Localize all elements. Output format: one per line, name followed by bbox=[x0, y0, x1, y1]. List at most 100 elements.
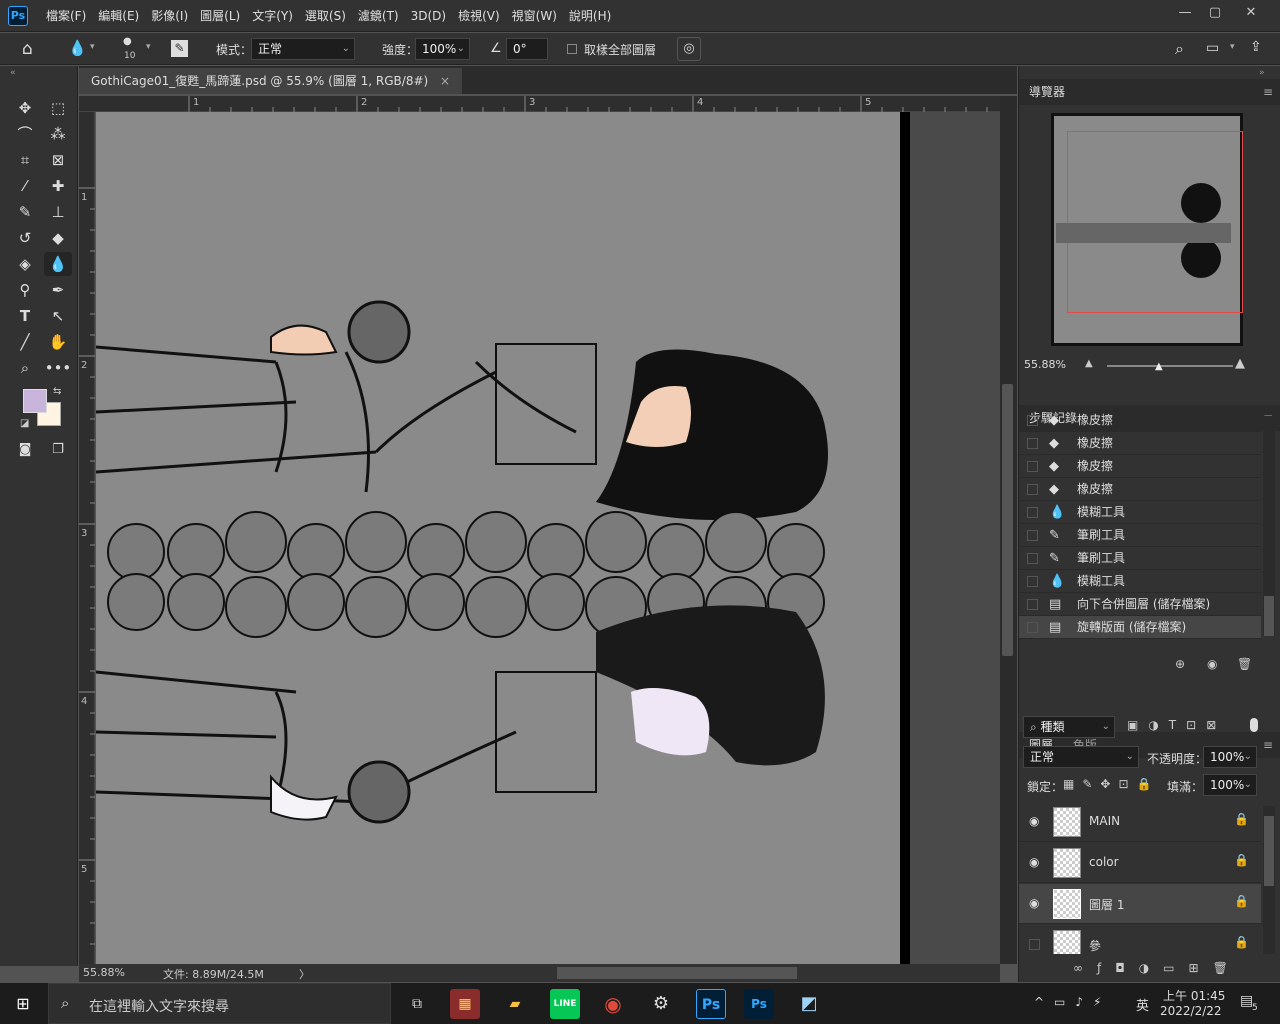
menu-edit[interactable]: 編輯(E) bbox=[92, 0, 145, 32]
menu-select[interactable]: 選取(S) bbox=[299, 0, 352, 32]
history-snapshot-checkbox[interactable] bbox=[1027, 599, 1038, 610]
status-menu-icon[interactable]: 〉 bbox=[299, 966, 310, 982]
fill-field[interactable]: 100% ⌄ bbox=[1203, 774, 1257, 796]
collapse-icon[interactable]: « bbox=[10, 68, 16, 78]
layer-row[interactable]: 參 🔒 bbox=[1019, 925, 1261, 954]
zoom-slider-handle[interactable]: ▲ bbox=[1155, 361, 1163, 372]
zoom-level[interactable]: 55.88% bbox=[83, 966, 125, 979]
chevron-down-icon[interactable]: ▾ bbox=[90, 42, 95, 52]
chrome-icon[interactable]: ◉ bbox=[598, 989, 628, 1019]
menu-window[interactable]: 視窗(W) bbox=[506, 0, 563, 32]
app-icon[interactable]: ◩ bbox=[794, 989, 824, 1019]
trash-icon[interactable]: 🗑 bbox=[1237, 657, 1252, 671]
dodge-tool-icon[interactable]: ⚲ bbox=[11, 278, 39, 302]
zoom-in-icon[interactable]: ▲ bbox=[1235, 356, 1245, 371]
brush-settings-icon[interactable]: ✎ bbox=[171, 40, 188, 57]
history-state[interactable]: ✎ 筆刷工具 bbox=[1019, 524, 1261, 547]
history-snapshot-checkbox[interactable] bbox=[1027, 553, 1038, 564]
close-tab-icon[interactable]: × bbox=[440, 74, 450, 88]
layer-actions[interactable]: ∞ƒ◘◑▭⊞🗑 bbox=[1073, 961, 1242, 975]
layer-row-selected[interactable]: ◉ 圖層 1 🔒 bbox=[1019, 884, 1261, 924]
history-snapshot-checkbox[interactable] bbox=[1027, 507, 1038, 518]
eye-icon[interactable]: ◉ bbox=[1029, 814, 1039, 828]
panel-menu-icon[interactable]: ≡ bbox=[1263, 732, 1273, 758]
pressure-icon[interactable]: ◎ bbox=[677, 37, 701, 61]
line-tool-icon[interactable]: ╱ bbox=[11, 330, 39, 354]
history-snapshot-checkbox[interactable] bbox=[1027, 530, 1038, 541]
blur-tool-preset-icon[interactable]: 💧 bbox=[68, 39, 87, 57]
quick-mask-icon[interactable]: ◙ bbox=[11, 438, 39, 462]
history-state[interactable]: 💧 模糊工具 bbox=[1019, 570, 1261, 593]
layers-scrollbar[interactable] bbox=[1263, 806, 1275, 954]
line-app-icon[interactable]: LINE bbox=[550, 989, 580, 1019]
crop-tool-icon[interactable]: ⌗ bbox=[11, 148, 39, 172]
history-snapshot-checkbox[interactable] bbox=[1027, 576, 1038, 587]
home-icon[interactable]: ⌂ bbox=[22, 39, 33, 59]
strength-field[interactable]: 100% ⌄ bbox=[415, 38, 470, 60]
navigator-title[interactable]: 導覽器 bbox=[1029, 85, 1065, 99]
expand-icon[interactable]: » bbox=[1259, 68, 1265, 78]
history-scrollbar[interactable] bbox=[1263, 416, 1275, 636]
menu-image[interactable]: 影像(I) bbox=[145, 0, 194, 32]
chevron-down-icon[interactable]: ▾ bbox=[146, 42, 151, 52]
layer-name[interactable]: 參 bbox=[1089, 937, 1101, 954]
vertical-scrollbar[interactable] bbox=[1000, 96, 1017, 964]
task-view-icon[interactable]: ⧉ bbox=[402, 989, 432, 1019]
frame-tool-icon[interactable]: ⊠ bbox=[44, 148, 72, 172]
minimize-button[interactable]: — bbox=[1168, 0, 1202, 26]
history-state[interactable]: ✎ 筆刷工具 bbox=[1019, 547, 1261, 570]
swap-colors-icon[interactable]: ⇆ bbox=[53, 386, 61, 397]
history-state[interactable]: ◆ 橡皮擦 bbox=[1019, 432, 1261, 455]
workspace-icon[interactable]: ▭ bbox=[1206, 40, 1219, 56]
angle-field[interactable]: 0° bbox=[506, 38, 548, 60]
path-select-icon[interactable]: ↖ bbox=[44, 304, 72, 328]
maximize-button[interactable]: ▢ bbox=[1198, 0, 1232, 26]
history-snapshot-checkbox[interactable] bbox=[1027, 438, 1038, 449]
zoom-slider[interactable] bbox=[1107, 365, 1233, 367]
menu-type[interactable]: 文字(Y) bbox=[246, 0, 299, 32]
close-button[interactable]: ✕ bbox=[1234, 0, 1268, 26]
lock-icons[interactable]: ▦✎✥⊡🔒 bbox=[1063, 777, 1159, 791]
menu-layer[interactable]: 圖層(L) bbox=[194, 0, 246, 32]
blend-mode-select[interactable]: 正常 ⌄ bbox=[1023, 746, 1139, 768]
eye-icon[interactable]: ◉ bbox=[1029, 896, 1039, 910]
sample-all-checkbox[interactable] bbox=[567, 44, 577, 54]
hand-tool-icon[interactable]: ✋ bbox=[44, 330, 72, 354]
opacity-field[interactable]: 100% ⌄ bbox=[1203, 746, 1257, 768]
history-state[interactable]: ◆ 橡皮擦 bbox=[1019, 478, 1261, 501]
history-snapshot-checkbox[interactable] bbox=[1027, 484, 1038, 495]
file-explorer-icon[interactable]: ▰ bbox=[500, 989, 530, 1019]
pen-tool-icon[interactable]: ✒ bbox=[44, 278, 72, 302]
magic-wand-icon[interactable]: ⁂ bbox=[44, 122, 72, 146]
menu-help[interactable]: 說明(H) bbox=[563, 0, 617, 32]
layer-filter-select[interactable]: ⌕ 種類 ⌄ bbox=[1023, 716, 1115, 738]
clock-date[interactable]: 2022/2/22 bbox=[1160, 1004, 1222, 1018]
ime-indicator[interactable]: 英 bbox=[1136, 995, 1149, 1014]
photoshop-taskbar-icon[interactable]: Ps bbox=[696, 989, 726, 1019]
more-tools-icon[interactable]: ••• bbox=[44, 356, 72, 380]
screen-mode-icon[interactable]: ❐ bbox=[44, 438, 72, 462]
zoom-out-icon[interactable]: ▲ bbox=[1085, 358, 1093, 369]
eyedropper-icon[interactable]: ⁄ bbox=[11, 174, 39, 198]
layer-name[interactable]: 圖層 1 bbox=[1089, 896, 1124, 913]
document-tab[interactable]: GothiCage01_復甦_馬蹄蓮.psd @ 55.9% (圖層 1, RG… bbox=[79, 68, 463, 94]
winrar-icon[interactable]: ▦ bbox=[450, 989, 480, 1019]
taskbar-search-box[interactable]: ⌕ 在這裡輸入文字來搜尋 bbox=[48, 983, 391, 1024]
menu-3d[interactable]: 3D(D) bbox=[405, 0, 452, 32]
history-state[interactable]: ◆ 橡皮擦 bbox=[1019, 455, 1261, 478]
history-snapshot-checkbox[interactable] bbox=[1027, 622, 1038, 633]
history-state[interactable]: ▤ 向下合併圖層 (儲存檔案) bbox=[1019, 593, 1261, 616]
document-canvas[interactable] bbox=[96, 112, 1000, 964]
tray-icons[interactable]: ^▭♪⚡ bbox=[1034, 995, 1111, 1009]
layer-name[interactable]: color bbox=[1089, 855, 1119, 869]
navigator-zoom[interactable]: 55.88% bbox=[1024, 358, 1066, 371]
steam-icon[interactable]: ⚙ bbox=[646, 989, 676, 1019]
history-state[interactable]: ◆ 橡皮擦 bbox=[1019, 409, 1261, 432]
layer-filter-icons[interactable]: ▣◑T⊡⊠ bbox=[1127, 718, 1226, 732]
windows-start-icon[interactable]: ⊞ bbox=[8, 989, 38, 1019]
brush-tool-icon[interactable]: ✎ bbox=[11, 200, 39, 224]
search-icon[interactable]: ⌕ bbox=[1175, 39, 1184, 59]
type-tool-icon[interactable]: T bbox=[11, 304, 39, 328]
eye-icon[interactable]: ◉ bbox=[1029, 855, 1039, 869]
brush-tip-icon[interactable]: ● bbox=[123, 36, 132, 47]
